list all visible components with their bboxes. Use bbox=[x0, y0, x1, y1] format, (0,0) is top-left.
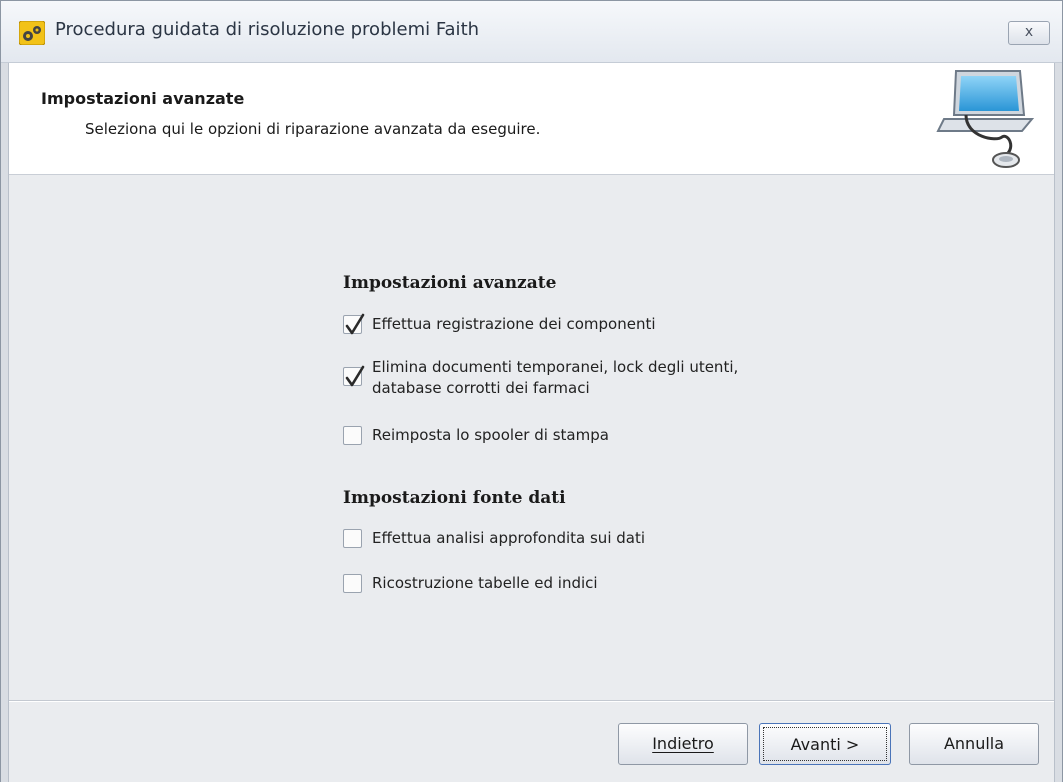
page-subtitle: Seleziona qui le opzioni di riparazione … bbox=[85, 120, 541, 138]
option-label: Ricostruzione tabelle ed indici bbox=[372, 574, 598, 592]
option-deep-analysis[interactable]: Effettua analisi approfondita sui dati bbox=[343, 528, 645, 549]
wizard-footer bbox=[9, 702, 1054, 782]
wizard-window: Procedura guidata di risoluzione problem… bbox=[0, 0, 1063, 782]
cancel-button[interactable]: Annulla bbox=[909, 723, 1039, 765]
checkbox-rebuild-tables[interactable] bbox=[343, 574, 362, 593]
back-button[interactable]: Indietro bbox=[618, 723, 748, 765]
option-delete-temp-docs[interactable]: Elimina documenti temporanei, lock degli… bbox=[343, 357, 738, 399]
checkbox-register-components[interactable] bbox=[343, 313, 365, 335]
next-button[interactable]: Avanti > bbox=[759, 723, 891, 765]
option-label: Effettua analisi approfondita sui dati bbox=[372, 529, 646, 547]
group-title-advanced: Impostazioni avanzate bbox=[343, 273, 557, 293]
title-bar[interactable]: Procedura guidata di risoluzione problem… bbox=[1, 1, 1062, 63]
laptop-stethoscope-icon bbox=[936, 70, 1035, 168]
window-frame-left bbox=[1, 63, 9, 782]
page-title: Impostazioni avanzate bbox=[41, 89, 245, 108]
window-title: Procedura guidata di risoluzione problem… bbox=[55, 19, 480, 40]
option-label: Elimina documenti temporanei, lock degli… bbox=[372, 358, 739, 397]
close-button[interactable]: x bbox=[1008, 21, 1050, 45]
window-frame-right bbox=[1054, 63, 1062, 782]
option-register-components[interactable]: Effettua registrazione dei componenti bbox=[343, 313, 656, 335]
option-label: Effettua registrazione dei componenti bbox=[372, 315, 656, 333]
close-icon: x bbox=[1024, 24, 1034, 40]
checkbox-reset-spooler[interactable] bbox=[343, 426, 362, 445]
gears-app-icon bbox=[19, 21, 45, 45]
option-rebuild-tables[interactable]: Ricostruzione tabelle ed indici bbox=[343, 573, 598, 594]
checkmark-icon bbox=[345, 365, 365, 387]
checkbox-delete-temp-docs[interactable] bbox=[343, 365, 365, 387]
wizard-header: Impostazioni avanzate Seleziona qui le o… bbox=[9, 63, 1054, 175]
checkmark-icon bbox=[345, 313, 365, 335]
option-reset-spooler[interactable]: Reimposta lo spooler di stampa bbox=[343, 425, 609, 446]
option-label: Reimposta lo spooler di stampa bbox=[372, 426, 609, 444]
group-title-data-source: Impostazioni fonte dati bbox=[343, 488, 566, 508]
checkbox-deep-analysis[interactable] bbox=[343, 529, 362, 548]
